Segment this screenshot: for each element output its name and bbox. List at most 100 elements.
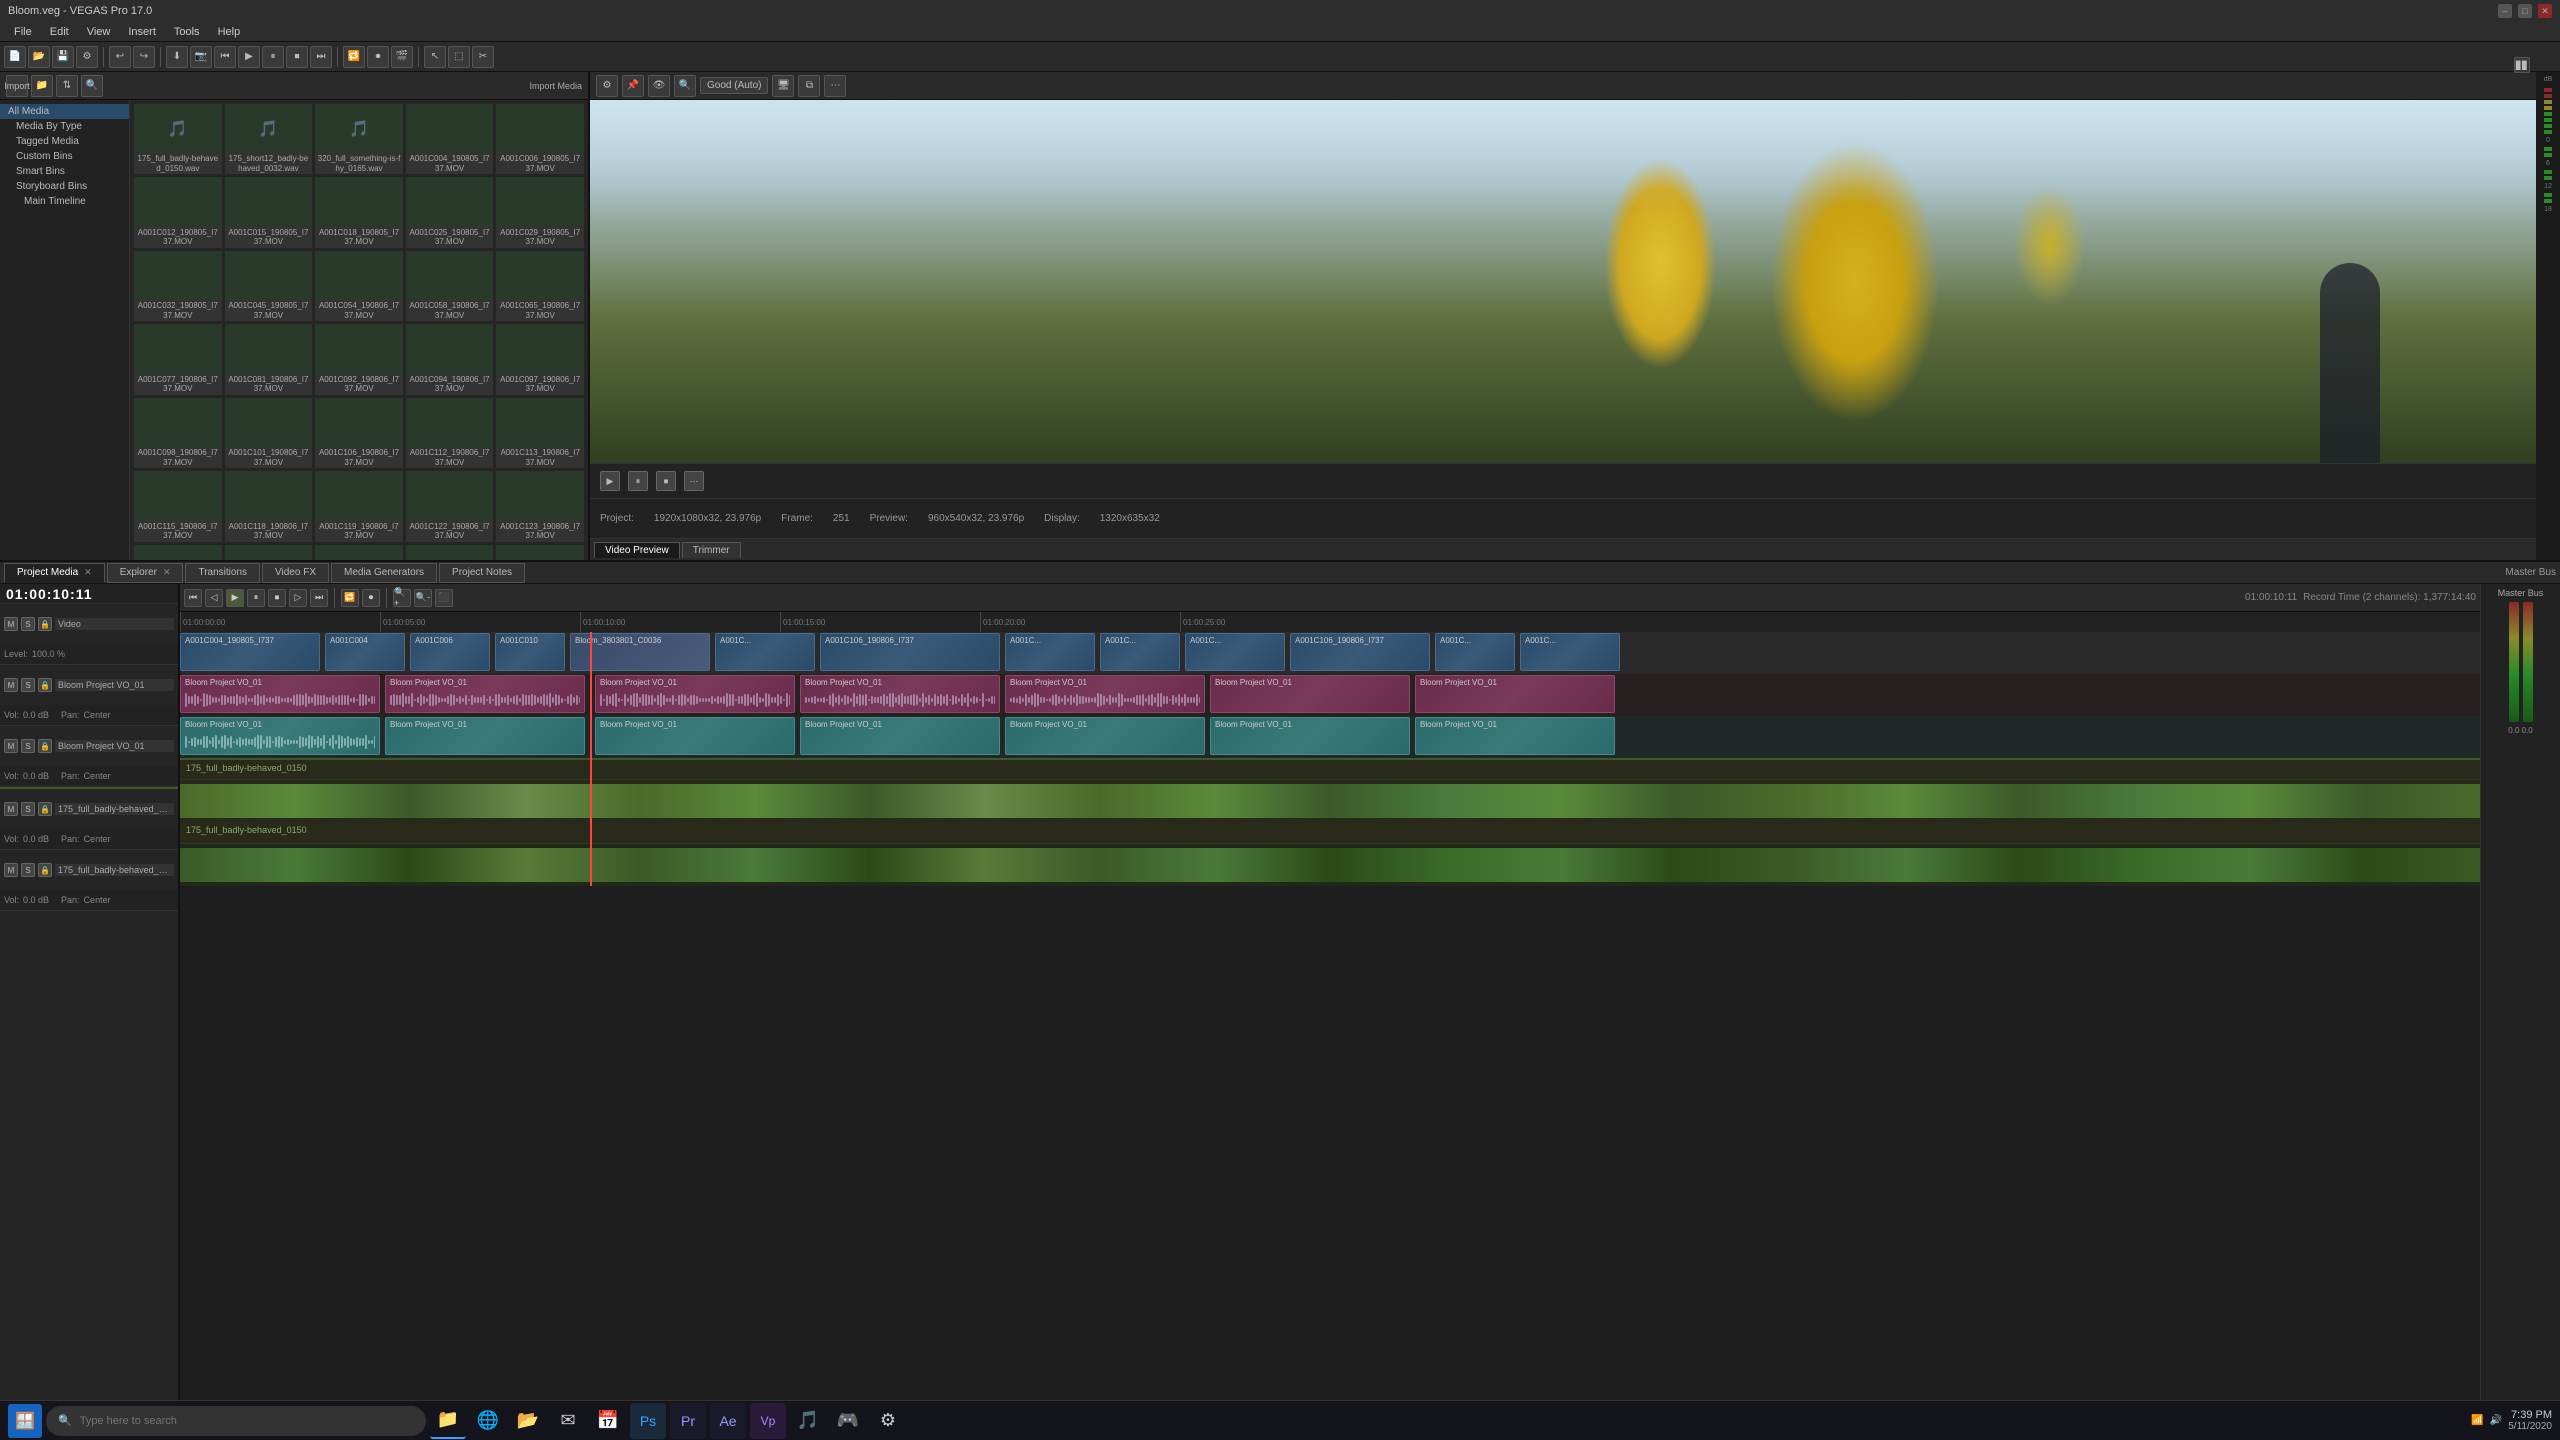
clip-a001c-7[interactable]: A001C...	[1005, 633, 1095, 671]
save-button[interactable]: 💾	[52, 46, 74, 68]
pause-button[interactable]: ⏸	[262, 46, 284, 68]
thumb-175-short[interactable]: 🎵 175_short12_badly-behaved_0032.wav	[225, 104, 313, 174]
tree-item-main-timeline[interactable]: Main Timeline	[0, 194, 129, 209]
transport-to-end[interactable]: ⏭	[310, 589, 328, 607]
media-view-button[interactable]: 📁	[31, 75, 53, 97]
audio1-clip-4[interactable]: Bloom Project VO_01	[800, 675, 1000, 713]
taskbar-mail[interactable]: ✉	[550, 1403, 586, 1439]
menu-view[interactable]: View	[79, 24, 119, 40]
tab-explorer-close[interactable]: ✕	[163, 567, 171, 578]
transport-to-start[interactable]: ⏮	[184, 589, 202, 607]
thumb-a001c045[interactable]: A001C045_190805_I737.MOV	[225, 251, 313, 321]
zoom-in-button[interactable]: 🔍+	[393, 589, 411, 607]
preview-ext-button[interactable]: 🖥	[772, 75, 794, 97]
clip-a001c106[interactable]: A001C106_190806_I737	[820, 633, 1000, 671]
razor-button[interactable]: ✂	[472, 46, 494, 68]
loop-button[interactable]: 🔁	[343, 46, 365, 68]
clip-a001c006[interactable]: A001C006	[410, 633, 490, 671]
preview-view-button[interactable]: 👁	[648, 75, 670, 97]
thumb-a001c081[interactable]: A001C081_190806_I737.MOV	[225, 324, 313, 394]
thumb-a001c004[interactable]: A001C004_190805_I737.MOV	[406, 104, 494, 174]
audio2-clip-6[interactable]: Bloom Project VO_01	[1210, 717, 1410, 755]
search-bar[interactable]: 🔍	[46, 1406, 426, 1436]
thumb-a001c029[interactable]: A001C029_190805_I737.MOV	[496, 177, 584, 247]
menu-insert[interactable]: Insert	[120, 24, 164, 40]
track-lock-audio2[interactable]: 🔒	[38, 739, 52, 753]
track-mute-bg1[interactable]: M	[4, 802, 18, 816]
clip-a001c004-2[interactable]: A001C004	[325, 633, 405, 671]
undo-button[interactable]: ↩	[109, 46, 131, 68]
start-button[interactable]: 🪟	[8, 1404, 42, 1438]
clip-a001c004-1[interactable]: A001C004_190805_I737	[180, 633, 320, 671]
track-lock-video[interactable]: 🔒	[38, 617, 52, 631]
redo-button[interactable]: ↪	[133, 46, 155, 68]
thumb-a001c012[interactable]: A001C012_190805_I737.MOV	[134, 177, 222, 247]
preview-settings-button[interactable]: ⚙	[596, 75, 618, 97]
tab-project-notes[interactable]: Project Notes	[439, 563, 525, 583]
track-mute-audio2[interactable]: M	[4, 739, 18, 753]
close-button[interactable]: ✕	[2538, 4, 2552, 18]
thumb-a001c127[interactable]: A001C127_190806_I737.MOV	[315, 545, 403, 560]
track-solo-audio1[interactable]: S	[21, 678, 35, 692]
open-button[interactable]: 📂	[28, 46, 50, 68]
capture-button[interactable]: 📷	[190, 46, 212, 68]
audio1-clip-3[interactable]: Bloom Project VO_01	[595, 675, 795, 713]
media-sort-button[interactable]: ⇅	[56, 75, 78, 97]
clip-a001c-8[interactable]: A001C...	[1100, 633, 1180, 671]
thumb-a001c119[interactable]: A001C119_190806_I737.MOV	[315, 471, 403, 541]
tab-video-preview[interactable]: Video Preview	[594, 542, 680, 558]
menu-help[interactable]: Help	[210, 24, 249, 40]
thumb-a001c054[interactable]: A001C054_190806_I737.MOV	[315, 251, 403, 321]
menu-tools[interactable]: Tools	[166, 24, 208, 40]
track-mute-audio1[interactable]: M	[4, 678, 18, 692]
thumb-a001c065[interactable]: A001C065_190806_I737.MOV	[496, 251, 584, 321]
taskbar-calendar[interactable]: 📅	[590, 1403, 626, 1439]
record-button-tl[interactable]: ⏺	[362, 589, 380, 607]
media-search-button[interactable]: 🔍	[81, 75, 103, 97]
menu-edit[interactable]: Edit	[42, 24, 77, 40]
thumb-320-full[interactable]: 🎵 320_full_something-is-fhy_0165.wav	[315, 104, 403, 174]
track-mute-video[interactable]: M	[4, 617, 18, 631]
thumb-a001c098[interactable]: A001C098_190806_I737.MOV	[134, 398, 222, 468]
taskbar-ae[interactable]: Ae	[710, 1403, 746, 1439]
taskbar-edge[interactable]: 🌐	[470, 1403, 506, 1439]
thumb-a001c124[interactable]: A001C124_190806_I737.MOV	[134, 545, 222, 560]
taskbar-file-explorer[interactable]: 📁	[430, 1403, 466, 1439]
audio1-clip-1[interactable]: Bloom Project VO_01	[180, 675, 380, 713]
thumb-a001c122[interactable]: A001C122_190806_I737.MOV	[406, 471, 494, 541]
audio2-clip-7[interactable]: Bloom Project VO_01	[1415, 717, 1615, 755]
track-lock-audio1[interactable]: 🔒	[38, 678, 52, 692]
thumb-a001c113[interactable]: A001C113_190806_I737.MOV	[496, 398, 584, 468]
thumb-a001c058[interactable]: A001C058_190806_I737.MOV	[406, 251, 494, 321]
thumb-a001c092[interactable]: A001C092_190806_I737.MOV	[315, 324, 403, 394]
menu-file[interactable]: File	[6, 24, 40, 40]
preview-play-button[interactable]: ▶	[600, 471, 620, 491]
taskbar-photoshop[interactable]: Ps	[630, 1403, 666, 1439]
preview-snap-button[interactable]: 📌	[622, 75, 644, 97]
taskbar-premiere[interactable]: Pr	[670, 1403, 706, 1439]
thumb-a001c006[interactable]: A001C006_190805_I737.MOV	[496, 104, 584, 174]
level-meter-button[interactable]: ▊▊	[2514, 57, 2530, 73]
audio2-clip-4[interactable]: Bloom Project VO_01	[800, 717, 1000, 755]
select-button[interactable]: ⬚	[448, 46, 470, 68]
track-solo-audio2[interactable]: S	[21, 739, 35, 753]
tab-explorer[interactable]: Explorer ✕	[107, 563, 184, 583]
transport-play[interactable]: ▶	[226, 589, 244, 607]
zoom-fit-button[interactable]: ⬛	[435, 589, 453, 607]
thumb-175-full[interactable]: 🎵 175_full_badly-behaved_0150.wav	[134, 104, 222, 174]
maximize-button[interactable]: □	[2518, 4, 2532, 18]
thumb-a001c032[interactable]: A001C032_190805_I737.MOV	[134, 251, 222, 321]
thumb-a001c125[interactable]: A001C125_190806_I737.MOV	[225, 545, 313, 560]
thumb-a001c018[interactable]: A001C018_190805_I737.MOV	[315, 177, 403, 247]
forward-button[interactable]: ⏭	[310, 46, 332, 68]
thumb-a001c101[interactable]: A001C101_190806_I737.MOV	[225, 398, 313, 468]
track-solo-bg1[interactable]: S	[21, 802, 35, 816]
tab-project-media[interactable]: Project Media ✕	[4, 563, 105, 583]
thumb-a001c077[interactable]: A001C077_190806_I737.MOV	[134, 324, 222, 394]
clip-bloom-3803[interactable]: Bloom_3803801_C0036	[570, 633, 710, 671]
clip-a001c-10[interactable]: A001C106_190806_I737	[1290, 633, 1430, 671]
cursor-button[interactable]: ↖	[424, 46, 446, 68]
preview-split-button[interactable]: ⧉	[798, 75, 820, 97]
play-button[interactable]: ▶	[238, 46, 260, 68]
audio2-clip-5[interactable]: Bloom Project VO_01	[1005, 717, 1205, 755]
